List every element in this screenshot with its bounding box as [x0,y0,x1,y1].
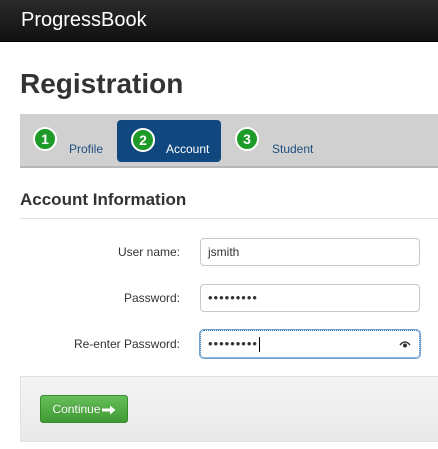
confirm-password-label: Re-enter Password: [73,337,180,351]
step-label: Profile [69,142,104,156]
username-label: User name: [117,245,180,259]
password-label: Password: [123,291,180,305]
eye-icon[interactable] [399,338,411,350]
step-number-badge: 1 [33,127,57,151]
step-indicator: 1 Profile 2 Account 3 Student [20,114,438,168]
step-label: Student [272,142,314,156]
step-number-badge: 2 [131,128,155,152]
username-field[interactable]: jsmith [200,238,420,266]
continue-button[interactable]: Continue [40,395,128,423]
step-label: Account [166,142,210,156]
username-value: jsmith [208,245,240,259]
step-number-badge: 3 [235,127,259,151]
text-cursor [258,337,260,353]
password-value: ••••••••• [208,290,258,305]
brand-logo-text[interactable]: ProgressBook [21,9,147,32]
top-navbar: ProgressBook [0,0,438,42]
confirm-password-value: ••••••••• [208,336,258,351]
step-student[interactable]: 3 Student [230,114,340,168]
section-divider [20,218,438,219]
password-field[interactable]: ••••••••• [200,284,420,312]
continue-label: Continue [52,402,101,416]
step-account[interactable]: 2 Account [117,120,221,162]
arrow-right-icon [101,405,116,415]
confirm-password-field[interactable]: ••••••••• [199,329,421,359]
form-actions: Continue [20,376,438,442]
section-title: Account Information [20,190,187,209]
step-profile[interactable]: 1 Profile [20,114,116,168]
page-title: Registration [20,68,184,99]
